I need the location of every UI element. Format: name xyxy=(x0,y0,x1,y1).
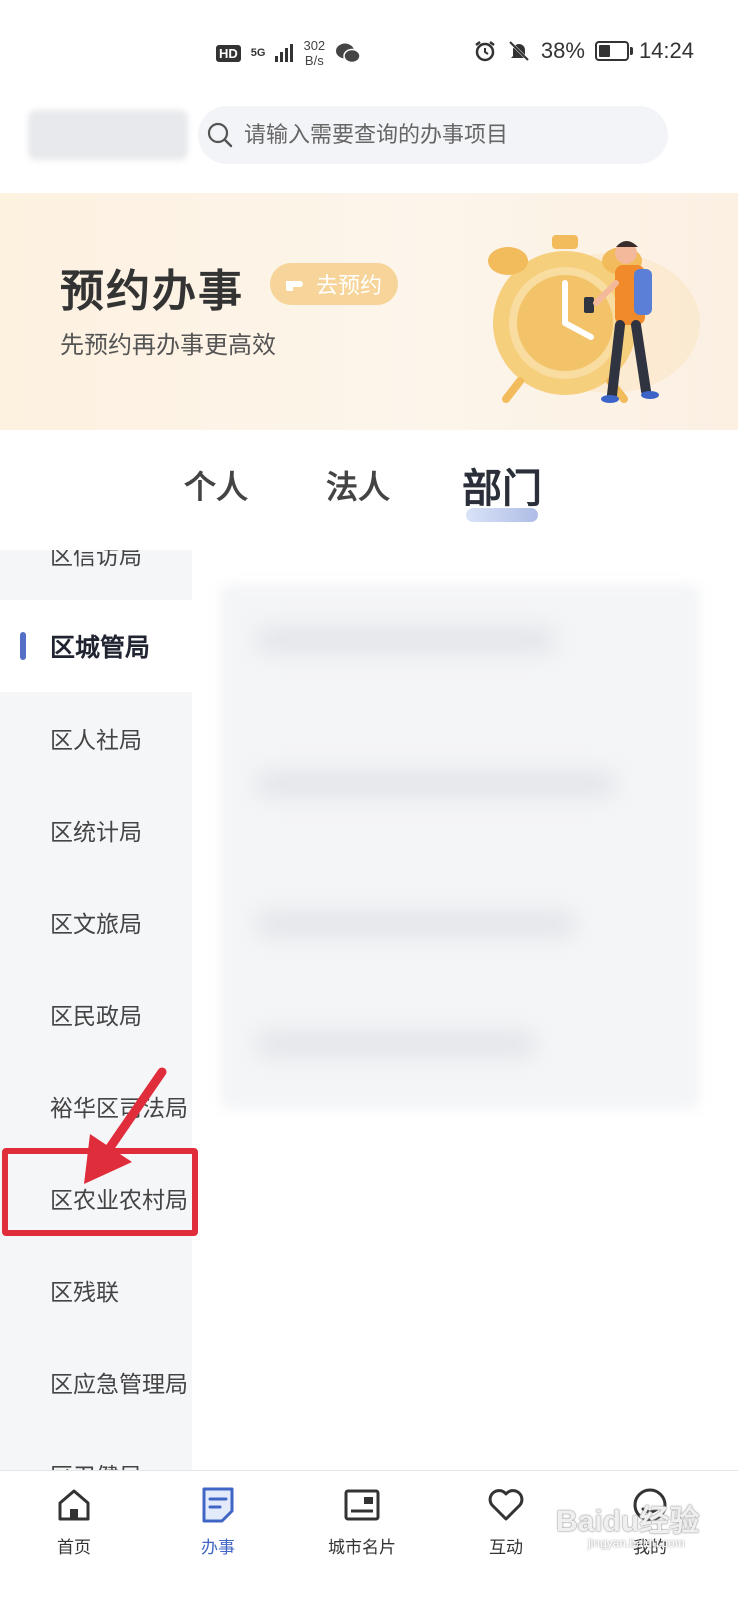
banner-subtitle: 先预约再办事更高效 xyxy=(60,332,276,359)
sidebar-item-label: 区应急管理局 xyxy=(50,1371,188,1397)
book-button[interactable]: 去预约 xyxy=(270,263,399,305)
wechat-icon xyxy=(336,43,361,64)
document-icon xyxy=(202,1487,234,1523)
blurred-line xyxy=(256,626,556,654)
sidebar-item-civil-affairs[interactable]: 区民政局 xyxy=(0,968,192,1060)
sidebar-item-label: 区信访局 xyxy=(50,550,142,569)
alarm-icon xyxy=(475,41,495,62)
network-type: 5G xyxy=(250,46,266,59)
sidebar-item-label: 区卫健局 xyxy=(0,1457,142,1470)
tab-department[interactable]: 部门 xyxy=(462,456,542,514)
sidebar-item-health[interactable]: 区卫健局 xyxy=(0,1428,192,1470)
sidebar-item-label: 区统计局 xyxy=(50,819,142,845)
tabbar-home[interactable]: 首页 xyxy=(0,1471,148,1601)
watermark: Baidu经验 xyxy=(556,1505,700,1538)
category-tabs: 个人 法人 部门 xyxy=(0,430,738,550)
pointing-hand-icon xyxy=(286,281,303,291)
home-icon xyxy=(58,1489,90,1521)
annotation-highlight-box xyxy=(2,1148,198,1236)
battery-icon xyxy=(594,41,633,61)
sidebar-item-label: 区人社局 xyxy=(50,727,142,753)
sidebar-item-petition[interactable]: 区信访局 xyxy=(0,550,192,600)
hd-icon: HD xyxy=(216,44,241,62)
blurred-line xyxy=(256,770,616,798)
department-sidebar[interactable]: 区信访局 区城管局 区人社局 区统计局 区文旅局 区民政局 裕华区司法局 区农业… xyxy=(0,550,192,1470)
appointment-banner[interactable]: 预约办事 去预约 先预约再办事更高效 xyxy=(0,193,738,430)
tab-legal-person[interactable]: 法人 xyxy=(326,462,390,508)
blurred-line xyxy=(256,910,576,938)
sidebar-item-urban-management[interactable]: 区城管局 xyxy=(0,600,192,692)
watermark-url: jingyan.baidu.com xyxy=(588,1536,685,1550)
sidebar-item-culture-tourism[interactable]: 区文旅局 xyxy=(0,876,192,968)
sidebar-item-human-resources[interactable]: 区人社局 xyxy=(0,692,192,784)
alarm-clock-illustration xyxy=(488,235,700,403)
search-bar[interactable] xyxy=(198,106,668,164)
tabbar-label: 城市名片 xyxy=(328,1538,396,1557)
speed-value: 302 xyxy=(303,38,326,53)
tabbar-city-card[interactable]: 城市名片 xyxy=(288,1471,436,1601)
battery-percent: 38% xyxy=(540,38,585,63)
tabbar-label: 首页 xyxy=(57,1538,91,1557)
active-indicator xyxy=(20,632,26,660)
mute-icon xyxy=(508,40,529,62)
tab-personal[interactable]: 个人 xyxy=(184,462,248,508)
tab-active-indicator xyxy=(466,508,538,522)
network-speed: 302 B/s xyxy=(303,38,325,68)
sidebar-item-disabled-federation[interactable]: 区残联 xyxy=(0,1244,192,1336)
sidebar-item-emergency[interactable]: 区应急管理局 xyxy=(0,1336,192,1428)
heart-icon xyxy=(488,1489,524,1521)
search-icon xyxy=(207,122,233,148)
sidebar-item-label: 区残联 xyxy=(50,1279,119,1305)
status-left: HD 5G 302 B/s xyxy=(216,38,361,68)
blurred-line xyxy=(256,1030,536,1058)
tabbar-services[interactable]: 办事 xyxy=(144,1471,292,1601)
clock: 14:24 xyxy=(638,38,694,63)
service-list xyxy=(192,550,738,1470)
status-bar: HD 5G 302 B/s 38% 14:24 xyxy=(0,0,738,100)
speed-unit: B/s xyxy=(304,53,324,68)
sidebar-item-statistics[interactable]: 区统计局 xyxy=(0,784,192,876)
city-selector[interactable] xyxy=(28,110,188,160)
tabbar-label: 办事 xyxy=(201,1538,235,1557)
book-button-label: 去预约 xyxy=(316,273,383,298)
signal-icon xyxy=(275,44,294,62)
sidebar-item-label: 区文旅局 xyxy=(50,911,142,937)
city-card-icon xyxy=(344,1489,380,1521)
search-input[interactable] xyxy=(242,121,646,149)
banner-title: 预约办事 xyxy=(60,267,244,316)
status-right: 38% 14:24 xyxy=(473,38,694,64)
sidebar-item-label: 区民政局 xyxy=(50,1003,142,1029)
